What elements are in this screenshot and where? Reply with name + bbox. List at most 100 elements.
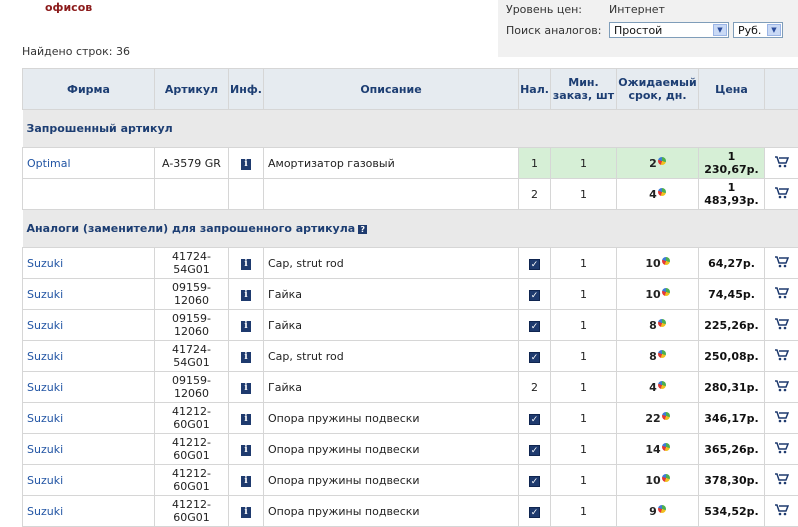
col-header-article[interactable]: Артикул bbox=[155, 69, 229, 110]
cart-icon[interactable] bbox=[775, 289, 789, 302]
info-icon[interactable]: i bbox=[241, 445, 251, 456]
col-header-price[interactable]: Цена bbox=[699, 69, 765, 110]
cart-cell bbox=[765, 496, 798, 527]
info-icon[interactable]: i bbox=[241, 259, 251, 270]
pie-chart-icon[interactable] bbox=[658, 381, 666, 389]
brand-cell[interactable]: Suzuki bbox=[23, 403, 155, 434]
stock-cell: ✓ bbox=[519, 465, 551, 496]
delivery-days-value: 8 bbox=[649, 350, 657, 363]
cart-icon[interactable] bbox=[775, 475, 789, 488]
info-icon[interactable]: i bbox=[241, 476, 251, 487]
cart-icon[interactable] bbox=[775, 444, 789, 457]
help-icon[interactable]: ? bbox=[358, 225, 367, 234]
info-icon[interactable]: i bbox=[241, 159, 251, 170]
cart-icon[interactable] bbox=[775, 413, 789, 426]
checkbox-icon: ✓ bbox=[529, 321, 540, 332]
delivery-days-cell: 10 bbox=[617, 248, 699, 279]
cart-cell bbox=[765, 465, 798, 496]
delivery-days-value: 8 bbox=[649, 319, 657, 332]
cart-icon[interactable] bbox=[775, 382, 789, 395]
article-cell: 09159-12060 bbox=[155, 310, 229, 341]
stock-value: 2 bbox=[531, 188, 538, 201]
stock-cell: ✓ bbox=[519, 496, 551, 527]
pie-chart-icon[interactable] bbox=[658, 505, 666, 513]
brand-cell[interactable]: Suzuki bbox=[23, 465, 155, 496]
min-order-cell: 1 bbox=[551, 310, 617, 341]
cart-cell bbox=[765, 310, 798, 341]
analog-search-select[interactable]: Простой ▼ bbox=[609, 22, 729, 38]
info-icon[interactable]: i bbox=[241, 321, 251, 332]
description-cell: Амортизатор газовый bbox=[264, 148, 519, 179]
delivery-days-value: 10 bbox=[645, 288, 660, 301]
cart-cell bbox=[765, 148, 798, 179]
delivery-days-value: 9 bbox=[649, 505, 657, 518]
price-cell: 74,45р. bbox=[699, 279, 765, 310]
stock-cell: ✓ bbox=[519, 403, 551, 434]
pie-chart-icon[interactable] bbox=[662, 257, 670, 265]
cart-icon[interactable] bbox=[775, 189, 789, 202]
checkbox-icon: ✓ bbox=[529, 290, 540, 301]
brand-cell[interactable]: Suzuki bbox=[23, 248, 155, 279]
min-order-cell: 1 bbox=[551, 248, 617, 279]
section-title: Аналоги (заменители) для запрошенного ар… bbox=[27, 222, 356, 235]
table-row: Suzuki41724-54G01iCap, strut rod✓18250,0… bbox=[23, 341, 798, 372]
cart-icon[interactable] bbox=[775, 158, 789, 171]
article-cell: 41724-54G01 bbox=[155, 341, 229, 372]
info-cell: i bbox=[229, 434, 264, 465]
col-header-stock[interactable]: Нал. bbox=[519, 69, 551, 110]
cart-icon[interactable] bbox=[775, 320, 789, 333]
table-row: Suzuki41212-60G01iОпора пружины подвески… bbox=[23, 496, 798, 527]
pie-chart-icon[interactable] bbox=[658, 188, 666, 196]
pie-chart-icon[interactable] bbox=[658, 157, 666, 165]
found-count: Найдено строк: 36 bbox=[22, 45, 130, 58]
article-cell: 41212-60G01 bbox=[155, 465, 229, 496]
col-header-brand[interactable]: Фирма bbox=[23, 69, 155, 110]
delivery-days-cell: 4 bbox=[617, 179, 699, 210]
checkbox-icon: ✓ bbox=[529, 259, 540, 270]
delivery-days-value: 4 bbox=[649, 381, 657, 394]
section-header: Запрошенный артикул bbox=[23, 110, 798, 148]
pie-chart-icon[interactable] bbox=[658, 319, 666, 327]
delivery-days-value: 4 bbox=[649, 188, 657, 201]
cart-icon[interactable] bbox=[775, 258, 789, 271]
col-header-min-order[interactable]: Мин. заказ, шт bbox=[551, 69, 617, 110]
delivery-days-cell: 10 bbox=[617, 279, 699, 310]
brand-cell[interactable]: Suzuki bbox=[23, 341, 155, 372]
delivery-days-cell: 8 bbox=[617, 310, 699, 341]
pie-chart-icon[interactable] bbox=[662, 474, 670, 482]
col-header-info: Инф. bbox=[229, 69, 264, 110]
description-cell: Гайка bbox=[264, 372, 519, 403]
info-icon[interactable]: i bbox=[241, 352, 251, 363]
brand-cell[interactable]: Suzuki bbox=[23, 496, 155, 527]
delivery-days-cell: 8 bbox=[617, 341, 699, 372]
pie-chart-icon[interactable] bbox=[662, 412, 670, 420]
pie-chart-icon[interactable] bbox=[662, 288, 670, 296]
pie-chart-icon[interactable] bbox=[658, 350, 666, 358]
cart-cell bbox=[765, 434, 798, 465]
info-icon[interactable]: i bbox=[241, 414, 251, 425]
brand-cell[interactable]: Optimal bbox=[23, 148, 155, 179]
info-icon[interactable]: i bbox=[241, 383, 251, 394]
pie-chart-icon[interactable] bbox=[662, 443, 670, 451]
brand-cell[interactable]: Suzuki bbox=[23, 434, 155, 465]
delivery-days-cell: 22 bbox=[617, 403, 699, 434]
min-order-cell: 1 bbox=[551, 465, 617, 496]
price-cell: 1 230,67р. bbox=[699, 148, 765, 179]
info-icon[interactable]: i bbox=[241, 290, 251, 301]
col-header-description[interactable]: Описание bbox=[264, 69, 519, 110]
currency-select-value: Руб. bbox=[738, 24, 761, 37]
cart-icon[interactable] bbox=[775, 506, 789, 519]
delivery-days-value: 14 bbox=[645, 443, 660, 456]
price-cell: 346,17р. bbox=[699, 403, 765, 434]
brand-cell[interactable]: Suzuki bbox=[23, 372, 155, 403]
info-icon[interactable]: i bbox=[241, 507, 251, 518]
brand-cell[interactable]: Suzuki bbox=[23, 310, 155, 341]
cart-icon[interactable] bbox=[775, 351, 789, 364]
delivery-days-value: 2 bbox=[649, 157, 657, 170]
brand-cell[interactable]: Suzuki bbox=[23, 279, 155, 310]
currency-select[interactable]: Руб. ▼ bbox=[733, 22, 783, 38]
table-row: Suzuki41212-60G01iОпора пружины подвески… bbox=[23, 465, 798, 496]
col-header-delivery-days[interactable]: Ожидаемый срок, дн. bbox=[617, 69, 699, 110]
offices-text: офисов bbox=[45, 1, 92, 14]
chevron-down-icon: ▼ bbox=[713, 24, 727, 36]
